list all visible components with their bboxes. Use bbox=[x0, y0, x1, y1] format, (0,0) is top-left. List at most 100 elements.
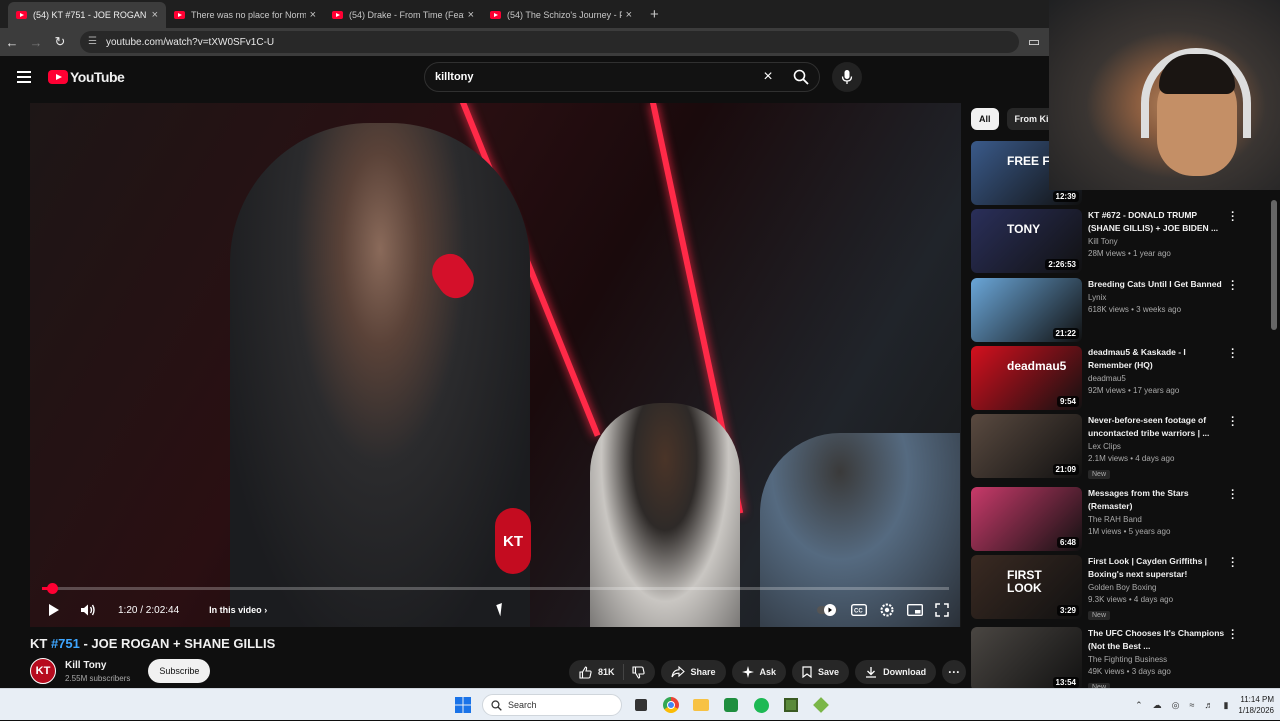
video-thumbnail[interactable]: deadmau5 9:54 bbox=[971, 346, 1082, 410]
more-options-icon[interactable]: · · · bbox=[1229, 554, 1237, 573]
video-thumbnail[interactable]: 21:09 bbox=[971, 414, 1082, 478]
video-thumbnail[interactable]: 13:54 bbox=[971, 627, 1082, 691]
settings-button[interactable] bbox=[879, 602, 895, 618]
recommended-title[interactable]: First Look | Cayden Griffiths | Boxing's… bbox=[1088, 555, 1228, 581]
battery-icon[interactable]: ▮ bbox=[1223, 700, 1228, 711]
recommended-video[interactable]: FIRST LOOK 3:29 First Look | Cayden Griffi… bbox=[971, 554, 1247, 620]
microphone-tray-icon[interactable]: ◎ bbox=[1172, 700, 1180, 711]
recommended-channel[interactable]: The Fighting Business bbox=[1088, 655, 1228, 664]
video-thumbnail[interactable]: 6:48 bbox=[971, 487, 1082, 551]
volume-button[interactable] bbox=[76, 603, 100, 617]
title-hashtag-link[interactable]: #751 bbox=[51, 636, 80, 651]
fullscreen-button[interactable] bbox=[935, 603, 949, 617]
address-bar[interactable]: ☰ youtube.com/watch?v=tXW0SFv1C-U bbox=[80, 31, 1019, 53]
spotify-icon[interactable] bbox=[750, 694, 772, 716]
youtube-logo[interactable]: YouTube bbox=[48, 69, 125, 85]
dislike-button[interactable] bbox=[624, 665, 655, 679]
thumbs-down-icon bbox=[631, 665, 645, 679]
miniplayer-button[interactable] bbox=[907, 604, 923, 616]
play-button[interactable] bbox=[42, 603, 66, 617]
new-tab-button[interactable]: + bbox=[650, 2, 659, 28]
chevron-right-icon: › bbox=[264, 605, 268, 615]
chapter-button[interactable]: In this video › bbox=[209, 605, 267, 615]
close-tab-icon[interactable]: × bbox=[626, 9, 632, 21]
recommended-video[interactable]: 6:48 Messages from the Stars (Remaster) Th… bbox=[971, 486, 1247, 551]
recommended-title[interactable]: Messages from the Stars (Remaster) bbox=[1088, 487, 1228, 513]
recommended-channel[interactable]: Lex Clips bbox=[1088, 442, 1228, 451]
recommended-video[interactable]: 21:22 Breeding Cats Until I Get Banned Lyn… bbox=[971, 277, 1247, 342]
autoplay-toggle[interactable] bbox=[817, 604, 839, 616]
minecraft-icon[interactable] bbox=[780, 694, 802, 716]
windows-start-button[interactable] bbox=[452, 694, 474, 716]
scrollbar-thumb[interactable] bbox=[1271, 200, 1277, 330]
more-options-icon[interactable]: · · · bbox=[1229, 208, 1237, 227]
task-view-icon[interactable] bbox=[630, 694, 652, 716]
save-button[interactable]: Save bbox=[792, 660, 850, 684]
channel-name[interactable]: Kill Tony bbox=[65, 660, 130, 671]
speaker-icon[interactable]: ♬ bbox=[1204, 700, 1213, 710]
scrollbar[interactable] bbox=[1270, 190, 1278, 690]
close-tab-icon[interactable]: × bbox=[310, 9, 316, 21]
search-input[interactable]: killtony bbox=[425, 71, 753, 83]
video-thumbnail[interactable]: TONY 2:26:53 bbox=[971, 209, 1082, 273]
taskbar-clock[interactable]: 11:14 PM 1/18/2026 bbox=[1238, 694, 1274, 716]
menu-icon[interactable] bbox=[17, 71, 31, 83]
recommended-title[interactable]: Breeding Cats Until I Get Banned bbox=[1088, 278, 1228, 291]
close-tab-icon[interactable]: × bbox=[468, 9, 474, 21]
reload-button[interactable]: ↻ bbox=[48, 34, 72, 50]
wifi-icon[interactable]: ≈ bbox=[1190, 700, 1195, 710]
browser-tab[interactable]: (54) The Schizo's Journey - Fro × bbox=[482, 2, 640, 28]
clear-search-icon[interactable]: × bbox=[753, 68, 783, 86]
app-icon-green[interactable] bbox=[720, 694, 742, 716]
recommended-title[interactable]: The UFC Chooses It's Champions (Not the … bbox=[1088, 627, 1228, 653]
browser-tab[interactable]: (54) Drake - From Time (Feat. Je × bbox=[324, 2, 482, 28]
voice-search-button[interactable] bbox=[832, 62, 862, 92]
scrubber-handle[interactable] bbox=[46, 583, 58, 594]
recommended-video[interactable]: deadmau5 9:54 deadmau5 & Kaskade - I Remem… bbox=[971, 345, 1247, 410]
video-player[interactable]: KT 1:20 / 2:02:44 In this video › CC bbox=[30, 103, 961, 627]
taskbar-search[interactable]: Search bbox=[482, 694, 622, 716]
more-options-icon[interactable]: · · · bbox=[1229, 345, 1237, 364]
more-options-icon[interactable]: · · · bbox=[1229, 486, 1237, 505]
share-button[interactable]: Share bbox=[660, 660, 726, 684]
more-options-icon[interactable]: · · · bbox=[1229, 413, 1237, 432]
close-tab-icon[interactable]: × bbox=[152, 9, 158, 21]
recommended-title[interactable]: KT #672 - DONALD TRUMP (SHANE GILLIS) + … bbox=[1088, 209, 1228, 235]
tray-overflow-icon[interactable]: ⌃ bbox=[1135, 700, 1143, 711]
recommended-channel[interactable]: The RAH Band bbox=[1088, 515, 1228, 524]
recommended-title[interactable]: Never-before-seen footage of uncontacted… bbox=[1088, 414, 1228, 440]
recommended-video[interactable]: 21:09 Never-before-seen footage of uncont… bbox=[971, 413, 1247, 479]
like-button[interactable]: 81K bbox=[569, 664, 624, 680]
recommended-video[interactable]: TONY 2:26:53 KT #672 - DONALD TRUMP (SHANE… bbox=[971, 208, 1247, 273]
cast-icon[interactable]: ▭ bbox=[1019, 34, 1049, 50]
download-button[interactable]: Download bbox=[855, 660, 937, 684]
site-info-icon[interactable]: ☰ bbox=[88, 36, 100, 48]
ask-button[interactable]: Ask bbox=[731, 660, 787, 684]
more-actions-button[interactable]: ··· bbox=[942, 660, 967, 684]
forward-button[interactable]: → bbox=[24, 35, 48, 50]
more-options-icon[interactable]: · · · bbox=[1229, 277, 1237, 296]
back-button[interactable]: ← bbox=[0, 35, 24, 50]
recommended-title[interactable]: deadmau5 & Kaskade - I Remember (HQ) bbox=[1088, 346, 1228, 372]
file-explorer-icon[interactable] bbox=[690, 694, 712, 716]
more-options-icon[interactable]: · · · bbox=[1229, 626, 1237, 645]
recommended-video[interactable]: 13:54 The UFC Chooses It's Champions (Not… bbox=[971, 626, 1247, 692]
network-icon[interactable]: ☁ bbox=[1153, 700, 1162, 711]
chrome-icon[interactable] bbox=[660, 694, 682, 716]
progress-bar[interactable] bbox=[42, 583, 949, 594]
recommended-channel[interactable]: deadmau5 bbox=[1088, 374, 1228, 383]
captions-button[interactable]: CC bbox=[851, 604, 867, 616]
app-icon-cube[interactable] bbox=[810, 694, 832, 716]
subscribe-button[interactable]: Subscribe bbox=[148, 659, 211, 683]
channel-avatar[interactable]: KT bbox=[30, 658, 56, 684]
video-thumbnail[interactable]: FIRST LOOK 3:29 bbox=[971, 555, 1082, 619]
video-thumbnail[interactable]: 21:22 bbox=[971, 278, 1082, 342]
recommended-channel[interactable]: Golden Boy Boxing bbox=[1088, 583, 1228, 592]
search-button[interactable] bbox=[783, 63, 819, 91]
browser-tab[interactable]: (54) KT #751 - JOE ROGAN + SH × bbox=[8, 2, 166, 28]
recommended-channel[interactable]: Kill Tony bbox=[1088, 237, 1228, 246]
browser-tab[interactable]: There was no place for Norm - × bbox=[166, 2, 324, 28]
video-meta: KT #672 - DONALD TRUMP (SHANE GILLIS) + … bbox=[1088, 209, 1228, 258]
filter-chip[interactable]: All bbox=[971, 108, 999, 130]
recommended-channel[interactable]: Lynix bbox=[1088, 293, 1228, 302]
